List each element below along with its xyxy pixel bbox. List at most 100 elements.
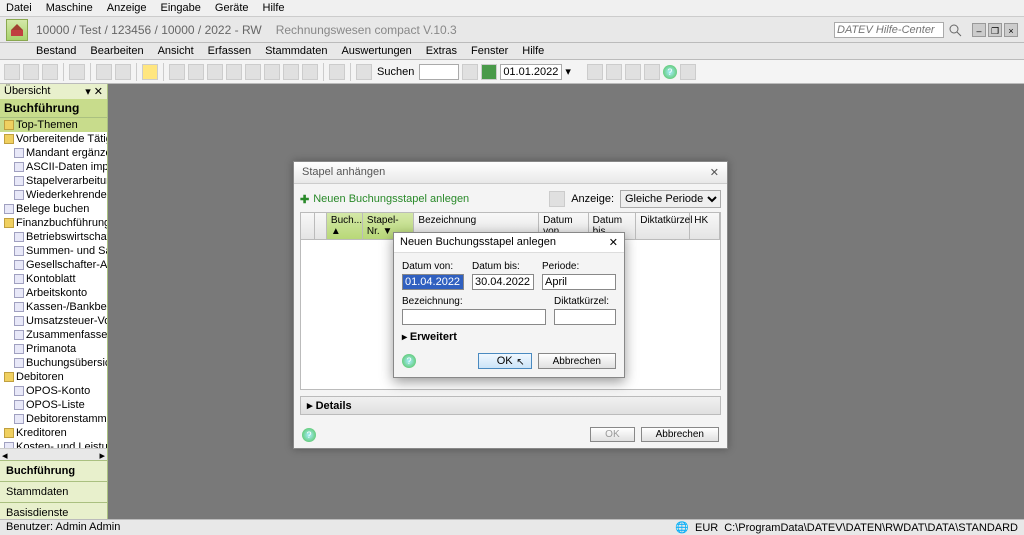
- column-header[interactable]: Buch... ▲: [327, 213, 363, 239]
- cancel-button[interactable]: Abbrechen: [641, 427, 719, 442]
- window-restore-icon[interactable]: ❐: [988, 23, 1002, 37]
- toolbar-icon[interactable]: [188, 64, 204, 80]
- cancel-button[interactable]: Abbrechen: [538, 353, 616, 369]
- anzeige-select[interactable]: Gleiche Periode: [620, 190, 721, 208]
- os-menu-item[interactable]: Hilfe: [263, 2, 285, 14]
- column-header[interactable]: [315, 213, 327, 239]
- tree-item[interactable]: Zusammenfassende Meldung: [0, 328, 107, 342]
- tree-item[interactable]: Kontoblatt: [0, 272, 107, 286]
- grid-icon[interactable]: [549, 191, 565, 207]
- toolbar-icon[interactable]: [207, 64, 223, 80]
- app-menu-item[interactable]: Bearbeiten: [90, 45, 143, 57]
- datum-von-input[interactable]: [402, 274, 464, 290]
- datum-bis-input[interactable]: [472, 274, 534, 290]
- tree-scroll[interactable]: ◂▸: [0, 448, 107, 460]
- close-icon[interactable]: ✕: [609, 236, 618, 249]
- help-icon[interactable]: ?: [402, 354, 416, 368]
- tree-item[interactable]: Wiederkehrende Buchunge...: [0, 188, 107, 202]
- help-search-input[interactable]: [834, 22, 944, 38]
- toolbar-icon[interactable]: [96, 64, 112, 80]
- toolbar-icon[interactable]: [264, 64, 280, 80]
- tree-item[interactable]: Betriebswirtschaftliche Aus...: [0, 230, 107, 244]
- tree-item[interactable]: OPOS-Konto: [0, 384, 107, 398]
- search-icon[interactable]: [948, 23, 962, 37]
- tree-item[interactable]: Debitoren: [0, 370, 107, 384]
- tree-item[interactable]: Kosten- und Leistungsrechnung: [0, 440, 107, 448]
- toolbar-icon[interactable]: [42, 64, 58, 80]
- toolbar-search-input[interactable]: [419, 64, 459, 80]
- tree-item[interactable]: Summen- und Saldenliste: [0, 244, 107, 258]
- app-menu-item[interactable]: Stammdaten: [265, 45, 327, 57]
- os-menu-item[interactable]: Maschine: [46, 2, 93, 14]
- tree-item[interactable]: Arbeitskonto: [0, 286, 107, 300]
- column-header[interactable]: [301, 213, 315, 239]
- toolbar-icon[interactable]: [302, 64, 318, 80]
- tree-item[interactable]: Stapelverarbeitung: [0, 174, 107, 188]
- tree-item[interactable]: OPOS-Liste: [0, 398, 107, 412]
- toolbar-icon[interactable]: [23, 64, 39, 80]
- erweitert-toggle[interactable]: ▸ Erweitert: [402, 331, 616, 343]
- column-header[interactable]: Diktatkürzel: [636, 213, 690, 239]
- toolbar-icon[interactable]: [644, 64, 660, 80]
- tree-item[interactable]: Kassen-/Bankbericht: [0, 300, 107, 314]
- window-close-icon[interactable]: ×: [1004, 23, 1018, 37]
- os-menu-item[interactable]: Eingabe: [161, 2, 201, 14]
- ok-button[interactable]: OK: [590, 427, 634, 442]
- sidebar-pin-icon[interactable]: ▾ ✕: [85, 85, 103, 98]
- play-icon[interactable]: [481, 64, 497, 80]
- sidebar-tab[interactable]: Stammdaten: [0, 481, 107, 502]
- toolbar-icon[interactable]: [329, 64, 345, 80]
- tree-item[interactable]: Umsatzsteuer-Voranmeldung: [0, 314, 107, 328]
- new-stack-link[interactable]: ✚ Neuen Buchungsstapel anlegen: [300, 193, 469, 206]
- tree-item[interactable]: ASCII-Daten importieren: [0, 160, 107, 174]
- diktatkurzel-input[interactable]: [554, 309, 616, 325]
- tree-item[interactable]: Mandant ergänzen: [0, 146, 107, 160]
- app-menu-item[interactable]: Ansicht: [158, 45, 194, 57]
- toolbar-icon[interactable]: [680, 64, 696, 80]
- tree-item[interactable]: Buchungsübersicht: [0, 356, 107, 370]
- tree-item[interactable]: Gesellschafter-Auswertung: [0, 258, 107, 272]
- bezeichnung-input[interactable]: [402, 309, 546, 325]
- app-menu-item[interactable]: Extras: [426, 45, 457, 57]
- window-minimize-icon[interactable]: –: [972, 23, 986, 37]
- toolbar-icon[interactable]: [69, 64, 85, 80]
- toolbar-icon[interactable]: [587, 64, 603, 80]
- periode-input[interactable]: [542, 274, 616, 290]
- ok-button[interactable]: OK↖: [478, 353, 532, 369]
- app-menu-item[interactable]: Hilfe: [522, 45, 544, 57]
- help-icon[interactable]: ?: [663, 65, 677, 79]
- tree-item[interactable]: Debitorenstammdaten: [0, 412, 107, 426]
- tree-item[interactable]: Kreditoren: [0, 426, 107, 440]
- toolbar-icon[interactable]: [226, 64, 242, 80]
- sidebar-tab[interactable]: Buchführung: [0, 460, 107, 481]
- separator: [163, 63, 164, 81]
- close-icon[interactable]: ✕: [710, 166, 719, 179]
- toolbar-icon[interactable]: [606, 64, 622, 80]
- help-icon[interactable]: ?: [302, 428, 316, 442]
- toolbar-icon[interactable]: [462, 64, 478, 80]
- tree-item[interactable]: Belege buchen: [0, 202, 107, 216]
- os-menu-item[interactable]: Datei: [6, 2, 32, 14]
- app-menu-item[interactable]: Bestand: [36, 45, 76, 57]
- toolbar-icon[interactable]: [4, 64, 20, 80]
- toolbar-icon[interactable]: [115, 64, 131, 80]
- toolbar-date-input[interactable]: [500, 64, 562, 80]
- app-menu-item[interactable]: Fenster: [471, 45, 508, 57]
- app-menu-item[interactable]: Erfassen: [208, 45, 251, 57]
- os-menu-item[interactable]: Anzeige: [107, 2, 147, 14]
- toolbar-icon[interactable]: [142, 64, 158, 80]
- tree-item[interactable]: Vorbereitende Tätigkeiten: [0, 132, 107, 146]
- toolbar-icon[interactable]: [169, 64, 185, 80]
- toolbar-icon[interactable]: [283, 64, 299, 80]
- tree-item[interactable]: Primanota: [0, 342, 107, 356]
- details-toggle[interactable]: ▸ Details: [300, 396, 721, 415]
- dropdown-icon[interactable]: ▾: [565, 65, 571, 78]
- tree-item[interactable]: Finanzbuchführung auswerten: [0, 216, 107, 230]
- toolbar-icon[interactable]: [625, 64, 641, 80]
- app-menu-item[interactable]: Auswertungen: [341, 45, 411, 57]
- os-menu-item[interactable]: Geräte: [215, 2, 249, 14]
- toolbar-icon[interactable]: [356, 64, 372, 80]
- tree-item[interactable]: Top-Themen: [0, 118, 107, 132]
- toolbar-icon[interactable]: [245, 64, 261, 80]
- column-header[interactable]: HK: [690, 213, 720, 239]
